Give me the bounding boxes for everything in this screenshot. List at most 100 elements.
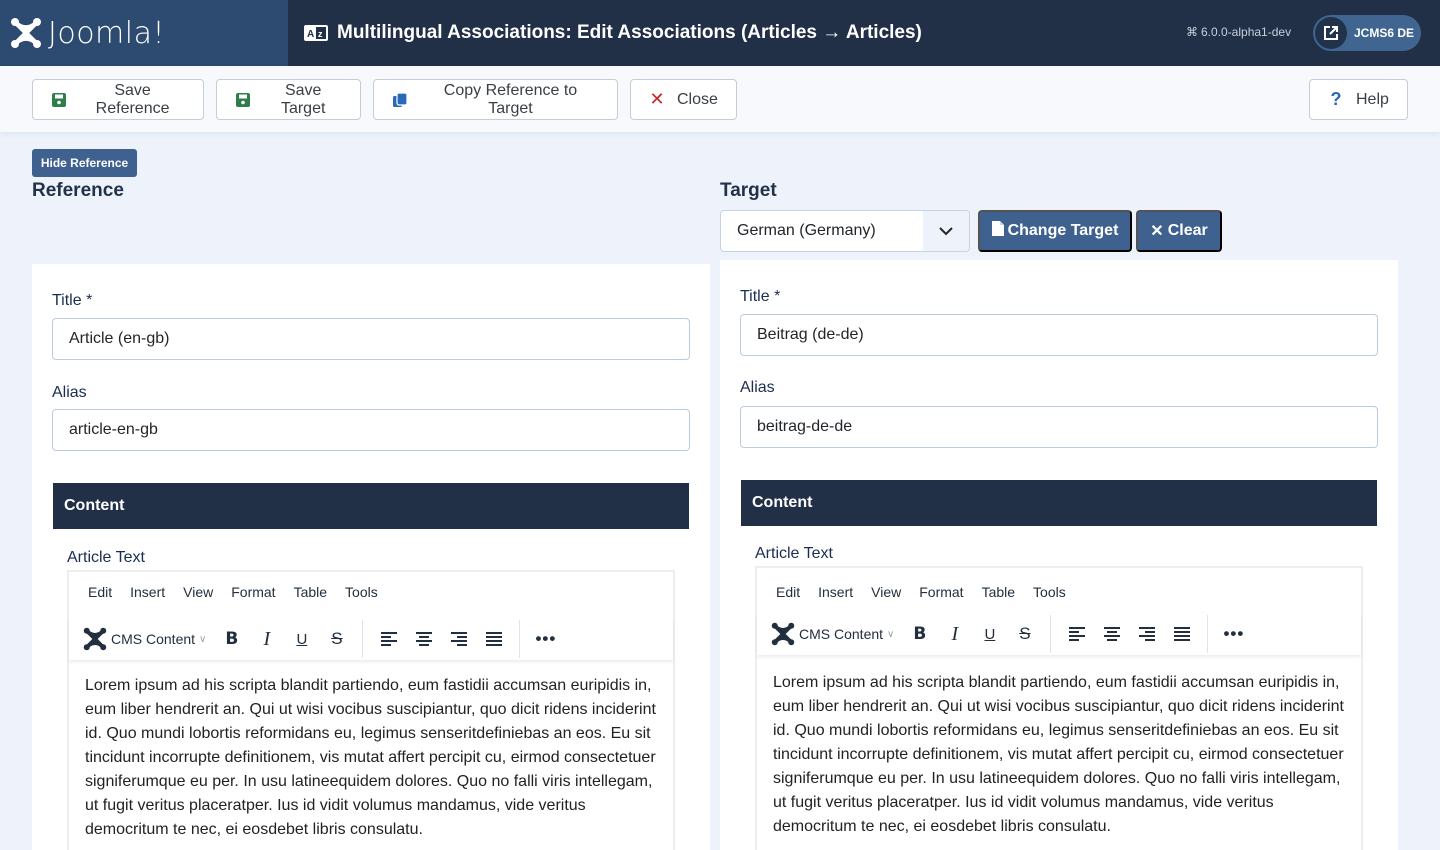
align-center-icon bbox=[415, 632, 432, 646]
close-icon: ✕ bbox=[649, 89, 665, 109]
article-text-label: Article Text bbox=[755, 545, 833, 562]
toolbar-divider bbox=[1207, 615, 1209, 653]
menu-insert[interactable]: Insert bbox=[130, 584, 165, 600]
language-icon: A z bbox=[304, 25, 328, 41]
target-title-input[interactable]: Beitrag (de-de) bbox=[740, 314, 1378, 356]
brand-name: Joomla! bbox=[48, 15, 166, 51]
text-line: Lorem ipsum ad his scripta blandit parti… bbox=[773, 674, 1340, 691]
menu-table[interactable]: Table bbox=[294, 584, 327, 600]
italic-button[interactable]: I bbox=[937, 618, 972, 650]
reference-panel: Title * Article (en-gb) Alias article-en… bbox=[32, 264, 710, 850]
reference-editor-body[interactable]: Lorem ipsum ad his scripta blandit parti… bbox=[85, 674, 656, 842]
close-button[interactable]: ✕ Close bbox=[630, 79, 737, 120]
chevron-down-icon bbox=[923, 211, 969, 251]
target-alias-input[interactable]: beitrag-de-de bbox=[740, 406, 1378, 448]
align-center-button[interactable] bbox=[406, 623, 441, 655]
change-target-label: Change Target bbox=[1007, 222, 1119, 239]
version-info: ⌘ 6.0.0-alpha1-dev bbox=[1186, 25, 1291, 39]
save-target-label: Save Target bbox=[280, 81, 326, 117]
external-link-icon bbox=[1315, 17, 1347, 49]
toolbar-divider bbox=[519, 620, 521, 658]
bold-button[interactable]: B bbox=[214, 623, 249, 655]
align-center-button[interactable] bbox=[1094, 618, 1129, 650]
menu-edit[interactable]: Edit bbox=[88, 584, 112, 600]
editor-menubar: Edit Insert View Format Table Tools bbox=[757, 584, 1066, 600]
editor-toolbar: CMS Content ∨ B I U S ••• bbox=[69, 618, 673, 660]
align-right-icon bbox=[1138, 627, 1155, 641]
strikethrough-button[interactable]: S bbox=[1007, 618, 1042, 650]
text-line: democritum te nec, ei eosdebet libris co… bbox=[85, 821, 423, 838]
svg-text:z: z bbox=[318, 29, 323, 39]
joomla-logo-icon bbox=[11, 18, 41, 48]
save-target-button[interactable]: Save Target bbox=[216, 79, 361, 120]
menu-tools[interactable]: Tools bbox=[1033, 584, 1066, 600]
joomla-icon bbox=[83, 627, 107, 651]
align-right-button[interactable] bbox=[441, 623, 476, 655]
change-target-button[interactable]: Change Target bbox=[978, 210, 1132, 252]
text-line: Lorem ipsum ad his scripta blandit parti… bbox=[85, 677, 652, 694]
menu-table[interactable]: Table bbox=[982, 584, 1015, 600]
reference-alias-input[interactable]: article-en-gb bbox=[52, 409, 690, 451]
align-right-icon bbox=[450, 632, 467, 646]
justify-icon bbox=[1173, 627, 1190, 641]
cms-content-dropdown[interactable]: CMS Content ∨ bbox=[83, 627, 206, 651]
tab-content[interactable]: Content bbox=[741, 480, 1377, 526]
underline-button[interactable]: U bbox=[972, 618, 1007, 650]
site-link-button[interactable]: JCMS6 DE bbox=[1313, 15, 1421, 51]
clear-target-button[interactable]: ✕ Clear bbox=[1136, 210, 1222, 252]
toolbar-divider bbox=[362, 620, 364, 658]
justify-button[interactable] bbox=[476, 623, 511, 655]
align-left-button[interactable] bbox=[371, 623, 406, 655]
save-reference-label: Save Reference bbox=[95, 81, 170, 117]
target-language-select[interactable]: German (Germany) bbox=[720, 210, 970, 252]
copy-reference-label: Copy Reference to Target bbox=[443, 81, 578, 117]
more-button[interactable]: ••• bbox=[528, 623, 563, 655]
cms-content-dropdown[interactable]: CMS Content ∨ bbox=[771, 622, 894, 646]
justify-button[interactable] bbox=[1164, 618, 1199, 650]
clear-icon: ✕ bbox=[1150, 223, 1164, 240]
bold-button[interactable]: B bbox=[902, 618, 937, 650]
toolbar: Save Reference Save Target Copy Referenc… bbox=[0, 66, 1440, 132]
toolbar-divider bbox=[1050, 615, 1052, 653]
help-button[interactable]: ? Help bbox=[1309, 79, 1408, 120]
target-editor-body[interactable]: Lorem ipsum ad his scripta blandit parti… bbox=[773, 671, 1344, 839]
copy-icon bbox=[392, 91, 408, 108]
menu-edit[interactable]: Edit bbox=[776, 584, 800, 600]
editor-menubar: Edit Insert View Format Table Tools bbox=[69, 584, 378, 600]
save-reference-button[interactable]: Save Reference bbox=[32, 79, 204, 120]
align-left-icon bbox=[1068, 627, 1085, 641]
copy-reference-button[interactable]: Copy Reference to Target bbox=[373, 79, 618, 120]
reference-title-input[interactable]: Article (en-gb) bbox=[52, 318, 690, 360]
target-language-value: German (Germany) bbox=[737, 222, 876, 239]
cms-content-label: CMS Content bbox=[799, 626, 884, 642]
text-line: eum liber hendrerit an. Qui ut wisi voci… bbox=[773, 698, 1344, 715]
cms-content-label: CMS Content bbox=[111, 631, 196, 647]
reference-editor: Edit Insert View Format Table Tools CMS … bbox=[67, 570, 675, 850]
align-center-icon bbox=[1103, 627, 1120, 641]
strikethrough-button[interactable]: S bbox=[319, 623, 354, 655]
menu-tools[interactable]: Tools bbox=[345, 584, 378, 600]
hide-reference-button[interactable]: Hide Reference bbox=[32, 149, 137, 177]
page-title: A z Multilingual Associations: Edit Asso… bbox=[304, 0, 922, 66]
menu-view[interactable]: View bbox=[183, 584, 213, 600]
title-label: Title * bbox=[740, 288, 781, 305]
reference-heading: Reference bbox=[32, 180, 124, 201]
version-text: 6.0.0-alpha1-dev bbox=[1201, 25, 1292, 39]
menu-view[interactable]: View bbox=[871, 584, 901, 600]
align-left-button[interactable] bbox=[1059, 618, 1094, 650]
menu-format[interactable]: Format bbox=[231, 584, 275, 600]
align-right-button[interactable] bbox=[1129, 618, 1164, 650]
target-editor: Edit Insert View Format Table Tools CMS … bbox=[755, 566, 1363, 850]
menu-insert[interactable]: Insert bbox=[818, 584, 853, 600]
text-line: democritum te nec, ei eosdebet libris co… bbox=[773, 818, 1111, 835]
italic-button[interactable]: I bbox=[249, 623, 284, 655]
tab-content[interactable]: Content bbox=[53, 483, 689, 529]
text-line: eum liber hendrerit an. Qui ut wisi voci… bbox=[85, 701, 656, 718]
joomla-logo[interactable]: Joomla! bbox=[0, 0, 288, 66]
joomla-icon bbox=[771, 622, 795, 646]
more-button[interactable]: ••• bbox=[1216, 618, 1251, 650]
alias-label: Alias bbox=[740, 379, 775, 396]
underline-button[interactable]: U bbox=[284, 623, 319, 655]
close-label: Close bbox=[677, 90, 718, 108]
menu-format[interactable]: Format bbox=[919, 584, 963, 600]
